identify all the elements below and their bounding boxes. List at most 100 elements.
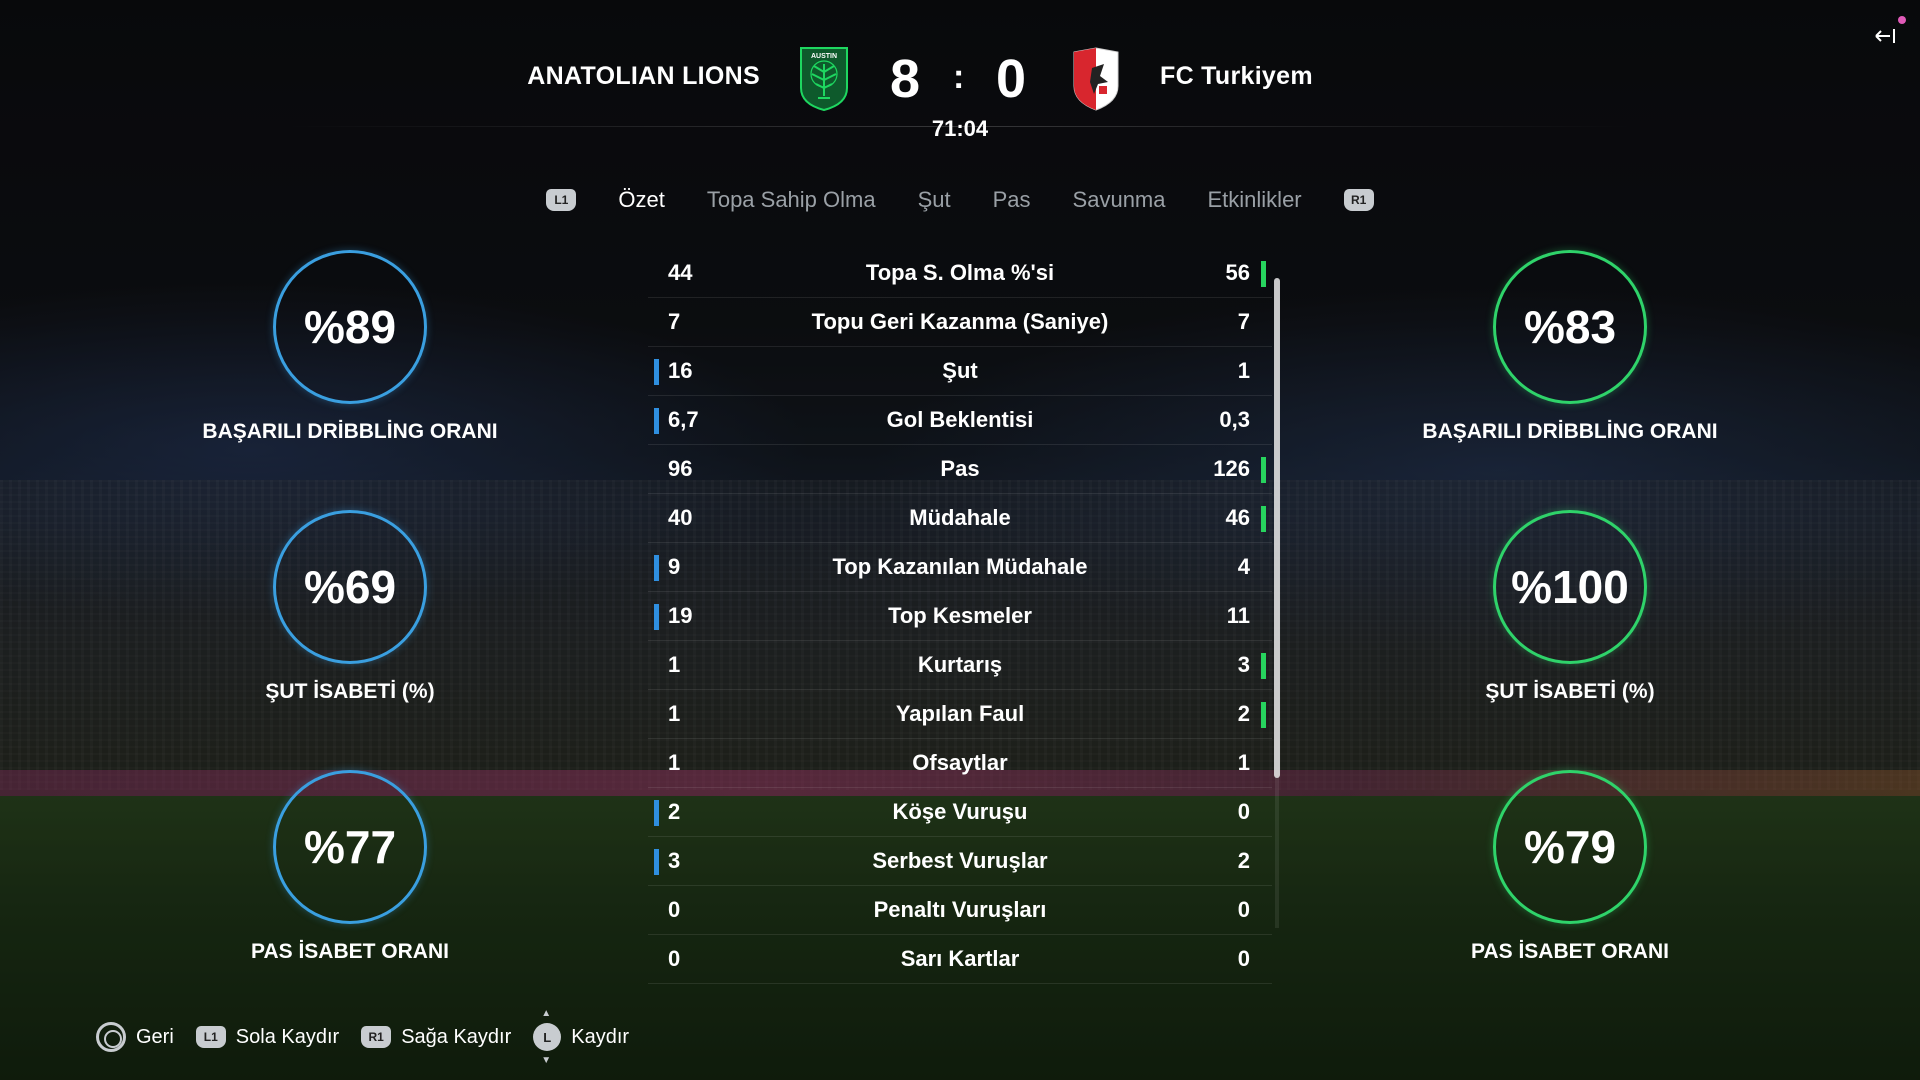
stats-scrollbar[interactable] <box>1274 278 1280 778</box>
home-pass-accuracy-ring: %77 PAS İSABET ORANI <box>140 770 560 964</box>
away-stat-value: 0,3 <box>1219 407 1250 432</box>
stat-row: 0 Sarı Kartlar 0 <box>648 935 1272 984</box>
back-hint[interactable]: Geri <box>96 1022 174 1052</box>
match-header: ANATOLIAN LIONS AUSTIN 8 : 0 FC Turkiyem… <box>0 38 1920 141</box>
l1-button-icon: L1 <box>195 1026 226 1048</box>
stat-row: 44 Topa S. Olma %'si 56 <box>648 249 1272 298</box>
ring-value: %77 <box>273 770 427 924</box>
tab-passing[interactable]: Pas <box>993 187 1031 213</box>
stat-row: 7 Topu Geri Kazanma (Saniye) 7 <box>648 298 1272 347</box>
r1-button-icon: R1 <box>361 1026 392 1048</box>
stat-row: 96 Pas 126 <box>648 445 1272 494</box>
ring-value: %79 <box>1493 770 1647 924</box>
home-team-crest: AUSTIN <box>800 47 848 112</box>
stat-label: Top Kazanılan Müdahale <box>832 554 1088 579</box>
away-dribbling-ring: %83 BAŞARILI DRİBBLİNG ORANI <box>1360 250 1780 444</box>
stat-label: Müdahale <box>909 505 1011 530</box>
away-shot-accuracy-ring: %100 ŞUT İSABETİ (%) <box>1360 510 1780 704</box>
tab-events[interactable]: Etkinlikler <box>1208 187 1302 213</box>
away-stat-value: 3 <box>1237 652 1250 677</box>
home-shot-accuracy-ring: %69 ŞUT İSABETİ (%) <box>140 510 560 704</box>
stat-label: Top Kesmeler <box>888 603 1032 628</box>
scroll-hint[interactable]: ▲ L ▼ Kaydır <box>533 1008 630 1066</box>
stat-row: 1 Yapılan Faul 2 <box>648 690 1272 739</box>
stat-row: 2 Köşe Vuruşu 0 <box>648 788 1272 837</box>
away-team-name: FC Turkiyem <box>1160 62 1313 90</box>
header-divider <box>285 126 1635 127</box>
svg-text:AUSTIN: AUSTIN <box>811 53 837 60</box>
notification-dot <box>1898 16 1906 24</box>
away-stat-value: 56 <box>1225 260 1250 285</box>
stats-tab-bar: L1 Özet Topa Sahip Olma Şut Pas Savunma … <box>0 180 1920 220</box>
stat-label: Serbest Vuruşlar <box>872 848 1048 873</box>
away-stat-value: 11 <box>1226 603 1250 628</box>
away-stat-value: 4 <box>1237 554 1250 579</box>
stat-label: Yapılan Faul <box>895 701 1025 726</box>
stat-label: Köşe Vuruşu <box>892 799 1028 824</box>
ring-label: PAS İSABET ORANI <box>1471 940 1669 963</box>
match-clock: 71:04 <box>931 116 989 141</box>
stat-label: Kurtarış <box>917 652 1003 677</box>
stat-row: 1 Kurtarış 3 <box>648 641 1272 690</box>
away-stat-value: 7 <box>1237 309 1250 334</box>
exit-arrow-icon[interactable] <box>1874 26 1898 46</box>
home-score: 8 <box>890 49 921 109</box>
l1-bumper-icon[interactable]: L1 <box>546 189 577 211</box>
ring-label: ŞUT İSABETİ (%) <box>1485 680 1655 703</box>
stat-row: 19 Top Kesmeler 11 <box>648 592 1272 641</box>
scroll-right-hint[interactable]: R1 Sağa Kaydır <box>361 1026 511 1049</box>
button-hints: Geri L1 Sola Kaydır R1 Sağa Kaydır ▲ L ▼… <box>96 1008 630 1066</box>
away-stat-value: 0 <box>1237 897 1250 922</box>
r1-bumper-icon[interactable]: R1 <box>1343 189 1374 211</box>
stat-row: 3 Serbest Vuruşlar 2 <box>648 837 1272 886</box>
away-score: 0 <box>996 49 1027 109</box>
stat-label: Ofsaytlar <box>912 750 1008 775</box>
score-separator: : <box>953 58 965 96</box>
tab-summary[interactable]: Özet <box>618 187 664 213</box>
stat-label: Şut <box>942 358 978 383</box>
scroll-right-label: Sağa Kaydır <box>401 1025 512 1048</box>
away-stat-value: 2 <box>1237 701 1250 726</box>
away-stat-value: 46 <box>1225 505 1250 530</box>
away-stat-value: 1 <box>1237 358 1250 383</box>
stat-row: 1 Ofsaytlar 1 <box>648 739 1272 788</box>
stat-label: Penaltı Vuruşları <box>873 897 1047 922</box>
scroll-left-hint[interactable]: L1 Sola Kaydır <box>195 1025 340 1049</box>
stat-label: Sarı Kartlar <box>900 946 1020 971</box>
ring-label: ŞUT İSABETİ (%) <box>265 680 435 703</box>
stats-table[interactable]: 44 Topa S. Olma %'si 56 7 Topu Geri Kazanma … <box>648 249 1272 984</box>
away-stat-value: 0 <box>1237 946 1250 971</box>
home-team-name: ANATOLIAN LIONS <box>527 62 760 90</box>
circle-button-icon <box>96 1022 126 1052</box>
stat-row: 0 Penaltı Vuruşları 0 <box>648 886 1272 935</box>
away-stat-value: 0 <box>1237 799 1250 824</box>
stat-row: 9 Top Kazanılan Müdahale 4 <box>648 543 1272 592</box>
ring-value: %100 <box>1493 510 1647 664</box>
home-dribbling-ring: %89 BAŞARILI DRİBBLİNG ORANI <box>140 250 560 444</box>
ring-value: %69 <box>273 510 427 664</box>
ring-label: BAŞARILI DRİBBLİNG ORANI <box>1422 420 1718 443</box>
stat-label: Topa S. Olma %'si <box>865 260 1055 285</box>
ring-label: PAS İSABET ORANI <box>251 940 449 963</box>
stat-label: Topu Geri Kazanma (Saniye) <box>811 309 1109 334</box>
away-pass-accuracy-ring: %79 PAS İSABET ORANI <box>1360 770 1780 964</box>
ring-value: %89 <box>273 250 427 404</box>
tab-shooting[interactable]: Şut <box>918 187 951 213</box>
away-stat-value: 2 <box>1237 848 1250 873</box>
scroll-left-label: Sola Kaydır <box>235 1025 340 1048</box>
stat-row: 40 Müdahale 46 <box>648 494 1272 543</box>
left-stick-icon: ▲ L ▼ <box>533 1008 562 1066</box>
ring-label: BAŞARILI DRİBBLİNG ORANI <box>202 420 498 443</box>
stat-row: 6,7 Gol Beklentisi 0,3 <box>648 396 1272 445</box>
away-stat-value: 1 <box>1237 750 1250 775</box>
tab-possession[interactable]: Topa Sahip Olma <box>707 187 876 213</box>
back-label: Geri <box>136 1025 174 1048</box>
away-team-crest <box>1073 47 1119 111</box>
scroll-label: Kaydır <box>571 1025 630 1048</box>
stat-row: 16 Şut 1 <box>648 347 1272 396</box>
stat-label: Pas <box>940 456 980 481</box>
ring-value: %83 <box>1493 250 1647 404</box>
tab-defending[interactable]: Savunma <box>1073 187 1166 213</box>
away-stat-value: 126 <box>1213 456 1250 481</box>
stat-label: Gol Beklentisi <box>886 407 1034 432</box>
